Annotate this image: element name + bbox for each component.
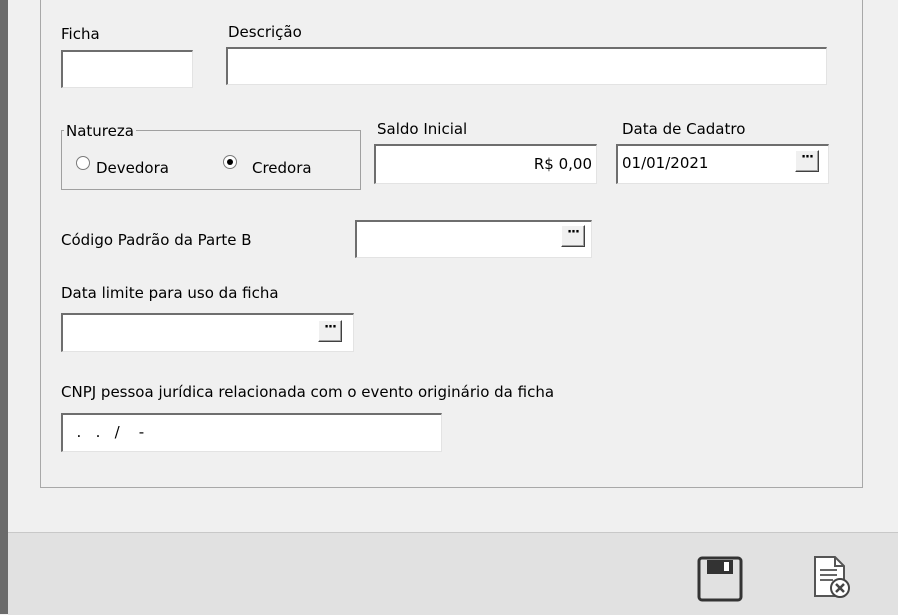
data-cadastro-label: Data de Cadatro	[622, 120, 746, 138]
document-cancel-icon	[814, 556, 850, 598]
codigo-padrao-input[interactable]	[355, 220, 592, 258]
cnpj-label: CNPJ pessoa jurídica relacionada com o e…	[61, 383, 555, 401]
codigo-padrao-label: Código Padrão da Parte B	[61, 231, 252, 249]
window-left-border	[0, 0, 8, 614]
credora-radio[interactable]	[223, 155, 237, 169]
data-cadastro-picker-button[interactable]: ···	[795, 150, 819, 172]
devedora-radio[interactable]	[76, 156, 90, 170]
data-limite-input[interactable]	[61, 313, 354, 352]
data-limite-picker-button[interactable]: ···	[318, 320, 342, 342]
data-limite-label: Data limite para uso da ficha	[61, 284, 279, 302]
bottom-toolbar	[8, 532, 898, 615]
cancel-button[interactable]	[807, 554, 853, 600]
credora-label[interactable]: Credora	[252, 159, 312, 177]
saldo-inicial-input[interactable]: R$ 0,00	[374, 144, 597, 184]
save-button[interactable]	[697, 556, 743, 602]
saldo-inicial-label: Saldo Inicial	[377, 120, 468, 138]
floppy-disk-icon	[697, 556, 743, 602]
ficha-input[interactable]	[61, 50, 193, 88]
credora-radio-dot	[227, 159, 233, 165]
cnpj-input[interactable]: . . / -	[61, 413, 442, 452]
codigo-padrao-browse-button[interactable]: ···	[561, 225, 585, 247]
natureza-legend: Natureza	[64, 122, 136, 140]
devedora-label[interactable]: Devedora	[96, 159, 169, 177]
descricao-label: Descrição	[228, 23, 302, 41]
ficha-label: Ficha	[61, 25, 100, 43]
descricao-input[interactable]	[226, 47, 827, 85]
